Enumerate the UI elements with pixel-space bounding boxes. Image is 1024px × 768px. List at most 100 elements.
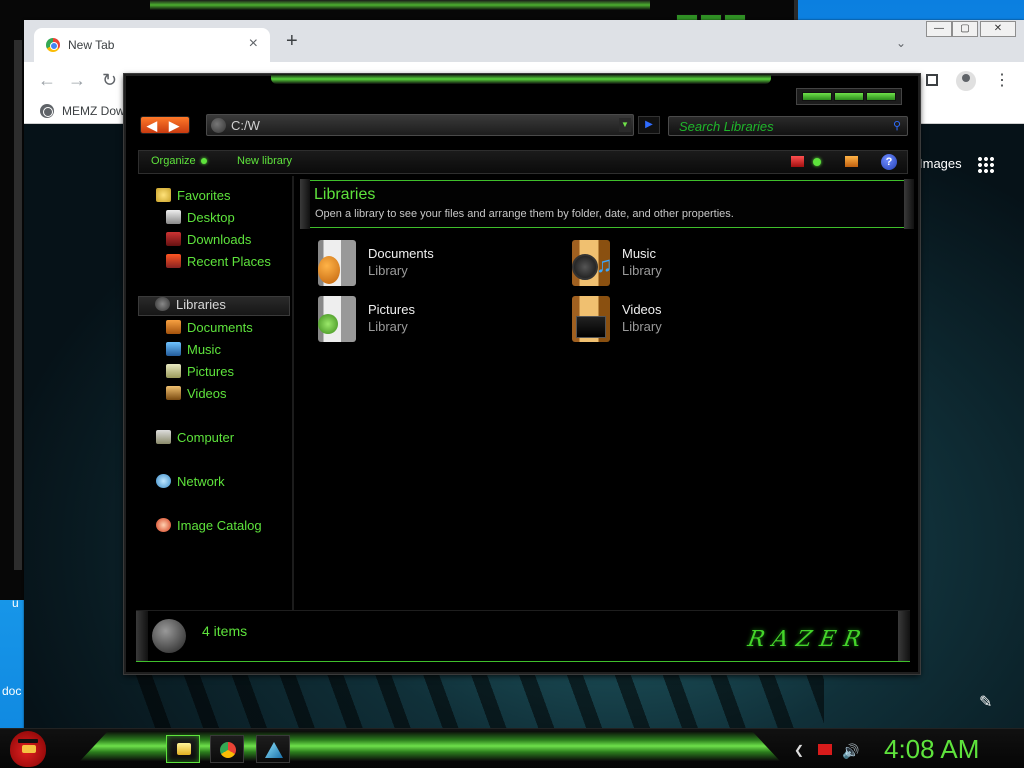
- taskbar-chrome-button[interactable]: [210, 735, 244, 763]
- star-icon: [156, 188, 171, 202]
- nav-libraries[interactable]: Libraries: [138, 296, 290, 316]
- network-icon: [156, 474, 171, 488]
- nav-label-desktop: Desktop: [187, 210, 235, 225]
- search-icon[interactable]: ⚲: [893, 119, 901, 132]
- nav-recent-places[interactable]: Recent Places: [166, 254, 271, 274]
- music-library-icon: ♫: [572, 240, 613, 286]
- back-icon[interactable]: ←: [38, 70, 56, 91]
- start-button-angry-bird-icon[interactable]: [10, 731, 46, 767]
- new-library-button[interactable]: New library: [237, 155, 292, 167]
- nav-desktop[interactable]: Desktop: [166, 210, 235, 230]
- go-button[interactable]: ▶: [638, 116, 660, 134]
- nav-network[interactable]: Network: [156, 474, 225, 494]
- library-name: Pictures: [368, 302, 415, 317]
- nav-videos[interactable]: Videos: [166, 386, 227, 406]
- chrome-menu-icon[interactable]: ⋮: [994, 70, 1010, 90]
- computer-icon: [156, 430, 171, 444]
- videos-icon: [166, 386, 181, 400]
- nav-label-documents: Documents: [187, 320, 253, 335]
- explorer-maximize-button[interactable]: [834, 92, 864, 101]
- pictures-library-icon: [318, 296, 356, 342]
- recent-places-icon: [166, 254, 181, 268]
- volume-icon[interactable]: 🔊: [842, 743, 859, 760]
- back-arrow-icon[interactable]: ◀: [147, 117, 157, 135]
- nav-downloads[interactable]: Downloads: [166, 232, 251, 252]
- nav-computer[interactable]: Computer: [156, 430, 234, 450]
- documents-icon: [166, 320, 181, 334]
- nav-pictures[interactable]: Pictures: [166, 364, 234, 384]
- nav-label-recent: Recent Places: [187, 254, 271, 269]
- pictures-icon: [166, 364, 181, 378]
- downloads-icon: [166, 232, 181, 246]
- explorer-close-button[interactable]: [866, 92, 896, 101]
- google-apps-icon[interactable]: [977, 156, 995, 174]
- tab-strip: New Tab × + ⌄ — ▢ ✕: [24, 20, 1024, 62]
- taskbar: ❮ 🔊 4:08 AM: [0, 728, 1024, 768]
- bookmark-memz[interactable]: MEMZ Dow: [62, 104, 125, 118]
- documents-library-icon: [318, 240, 356, 286]
- nav-label-downloads: Downloads: [187, 232, 252, 247]
- tray-arrow-icon[interactable]: ❮: [794, 743, 804, 757]
- chrome-close-button[interactable]: ✕: [980, 21, 1016, 37]
- music-icon: [166, 342, 181, 356]
- tray-monitor-icon[interactable]: [818, 744, 832, 755]
- forward-arrow-icon[interactable]: ▶: [169, 117, 179, 135]
- chrome-minimize-button[interactable]: —: [926, 21, 952, 37]
- address-dropdown-icon[interactable]: ▼: [619, 118, 631, 132]
- nav-arrows[interactable]: ◀ ▶: [140, 116, 190, 134]
- background-fragment-2: doc: [2, 684, 22, 698]
- nav-music[interactable]: Music: [166, 342, 221, 362]
- address-text[interactable]: C:/W: [231, 118, 260, 133]
- images-link[interactable]: Images: [919, 156, 962, 171]
- nav-label-image-catalog: Image Catalog: [177, 518, 262, 533]
- taskbar-explorer-button[interactable]: [166, 735, 200, 763]
- library-disc-icon: [152, 619, 186, 653]
- taskbar-app-button[interactable]: [256, 735, 290, 763]
- nav-label-videos: Videos: [187, 386, 227, 401]
- background-window-glow: [150, 0, 650, 10]
- nav-label-pictures: Pictures: [187, 364, 234, 379]
- libraries-header: Libraries Open a library to see your fil…: [300, 179, 914, 229]
- side-panel-icon[interactable]: [926, 74, 938, 86]
- customize-pencil-icon[interactable]: ✎: [979, 692, 992, 712]
- help-icon[interactable]: ?: [881, 154, 897, 170]
- navigation-pane: Favorites Desktop Downloads Recent Place…: [136, 176, 294, 610]
- background-window-edge: [14, 40, 22, 570]
- tab-close-icon[interactable]: ×: [249, 35, 258, 53]
- nav-favorites[interactable]: Favorites: [156, 188, 230, 208]
- search-input[interactable]: Search Libraries: [679, 119, 774, 134]
- background-fragment-1: u: [12, 596, 19, 610]
- library-type: Library: [368, 263, 408, 278]
- nav-image-catalog[interactable]: Image Catalog: [156, 518, 262, 538]
- preview-pane-icon[interactable]: [845, 156, 858, 167]
- tab-search-icon[interactable]: ⌄: [896, 36, 906, 50]
- app-icon: [265, 742, 283, 758]
- chrome-maximize-button[interactable]: ▢: [952, 21, 978, 37]
- library-pictures[interactable]: Pictures Library: [318, 296, 538, 344]
- view-options-icon[interactable]: [791, 156, 804, 167]
- profile-avatar-icon[interactable]: [956, 71, 976, 91]
- clock[interactable]: 4:08 AM: [884, 734, 979, 765]
- image-catalog-icon: [156, 518, 171, 532]
- new-tab-button[interactable]: +: [286, 31, 298, 51]
- razer-logo: RAZER: [745, 627, 871, 652]
- address-bar[interactable]: C:/W ▼: [206, 114, 634, 136]
- tab-new-tab[interactable]: New Tab ×: [34, 28, 270, 62]
- view-dropdown-icon[interactable]: [813, 158, 821, 166]
- library-music[interactable]: ♫ Music Library: [572, 240, 792, 288]
- explorer-minimize-button[interactable]: [802, 92, 832, 101]
- library-type: Library: [368, 319, 408, 334]
- organize-button[interactable]: Organize: [151, 155, 207, 167]
- nav-documents[interactable]: Documents: [166, 320, 253, 340]
- library-documents[interactable]: Documents Library: [318, 240, 538, 288]
- forward-icon[interactable]: →: [68, 70, 86, 91]
- libraries-icon: [155, 297, 170, 311]
- reload-icon[interactable]: ↻: [102, 70, 117, 91]
- search-box[interactable]: Search Libraries ⚲: [668, 116, 908, 136]
- command-bar: Organize New library ?: [138, 150, 908, 174]
- nav-label-computer: Computer: [177, 430, 235, 445]
- page-subtitle: Open a library to see your files and arr…: [315, 208, 734, 220]
- explorer-window[interactable]: ◀ ▶ C:/W ▼ ▶ Search Libraries ⚲ Organize…: [124, 74, 920, 674]
- nav-label-favorites: Favorites: [177, 188, 231, 203]
- library-videos[interactable]: Videos Library: [572, 296, 792, 344]
